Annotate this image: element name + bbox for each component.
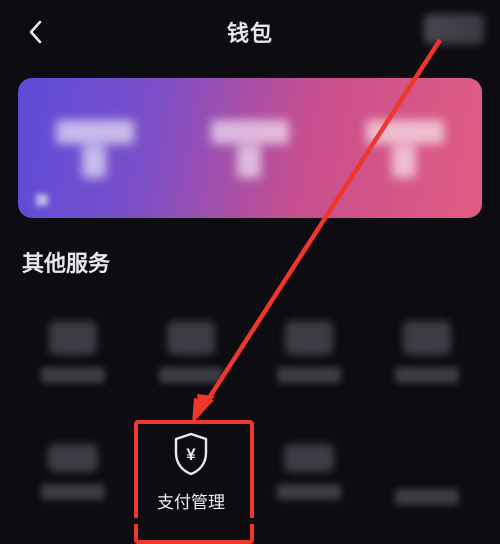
banner-blurred-content bbox=[36, 194, 48, 206]
service-item[interactable] bbox=[250, 292, 368, 412]
section-title-other-services: 其他服务 bbox=[22, 246, 478, 278]
service-item[interactable] bbox=[14, 412, 132, 532]
page-title: 钱包 bbox=[227, 16, 273, 48]
svg-text:¥: ¥ bbox=[186, 445, 196, 464]
shield-yen-icon: ¥ bbox=[171, 432, 211, 476]
blurred-label bbox=[277, 484, 341, 500]
blurred-icon bbox=[285, 321, 333, 355]
bottom-crop-fade bbox=[0, 518, 500, 524]
blurred-label bbox=[41, 484, 105, 500]
back-button[interactable] bbox=[12, 0, 60, 64]
blurred-icon bbox=[49, 321, 97, 355]
grid-row bbox=[14, 292, 486, 412]
grid-row: ¥ 支付管理 bbox=[14, 412, 486, 532]
blurred-label bbox=[395, 489, 459, 505]
header-bar: 钱包 bbox=[0, 0, 500, 64]
service-item-payment-management[interactable]: ¥ 支付管理 bbox=[132, 412, 250, 532]
chevron-left-icon bbox=[26, 18, 46, 46]
service-item[interactable] bbox=[368, 292, 486, 412]
blurred-label bbox=[159, 367, 223, 383]
service-item[interactable] bbox=[368, 412, 486, 532]
blurred-icon bbox=[48, 444, 98, 472]
wallet-balance-banner[interactable] bbox=[18, 78, 482, 218]
blurred-icon bbox=[284, 444, 334, 472]
other-services-grid: ¥ 支付管理 bbox=[0, 286, 500, 532]
blurred-icon bbox=[167, 321, 215, 355]
service-item-label: 支付管理 bbox=[157, 488, 225, 513]
blurred-label bbox=[41, 367, 105, 383]
blurred-label bbox=[277, 367, 341, 383]
blurred-label bbox=[395, 367, 459, 383]
banner-blurred-content bbox=[360, 114, 450, 182]
banner-blurred-content bbox=[205, 114, 295, 182]
blurred-icon bbox=[403, 321, 451, 355]
service-item[interactable] bbox=[14, 292, 132, 412]
service-item[interactable] bbox=[250, 412, 368, 532]
banner-blurred-content bbox=[50, 114, 140, 182]
header-action[interactable] bbox=[424, 14, 484, 44]
service-item[interactable] bbox=[132, 292, 250, 412]
